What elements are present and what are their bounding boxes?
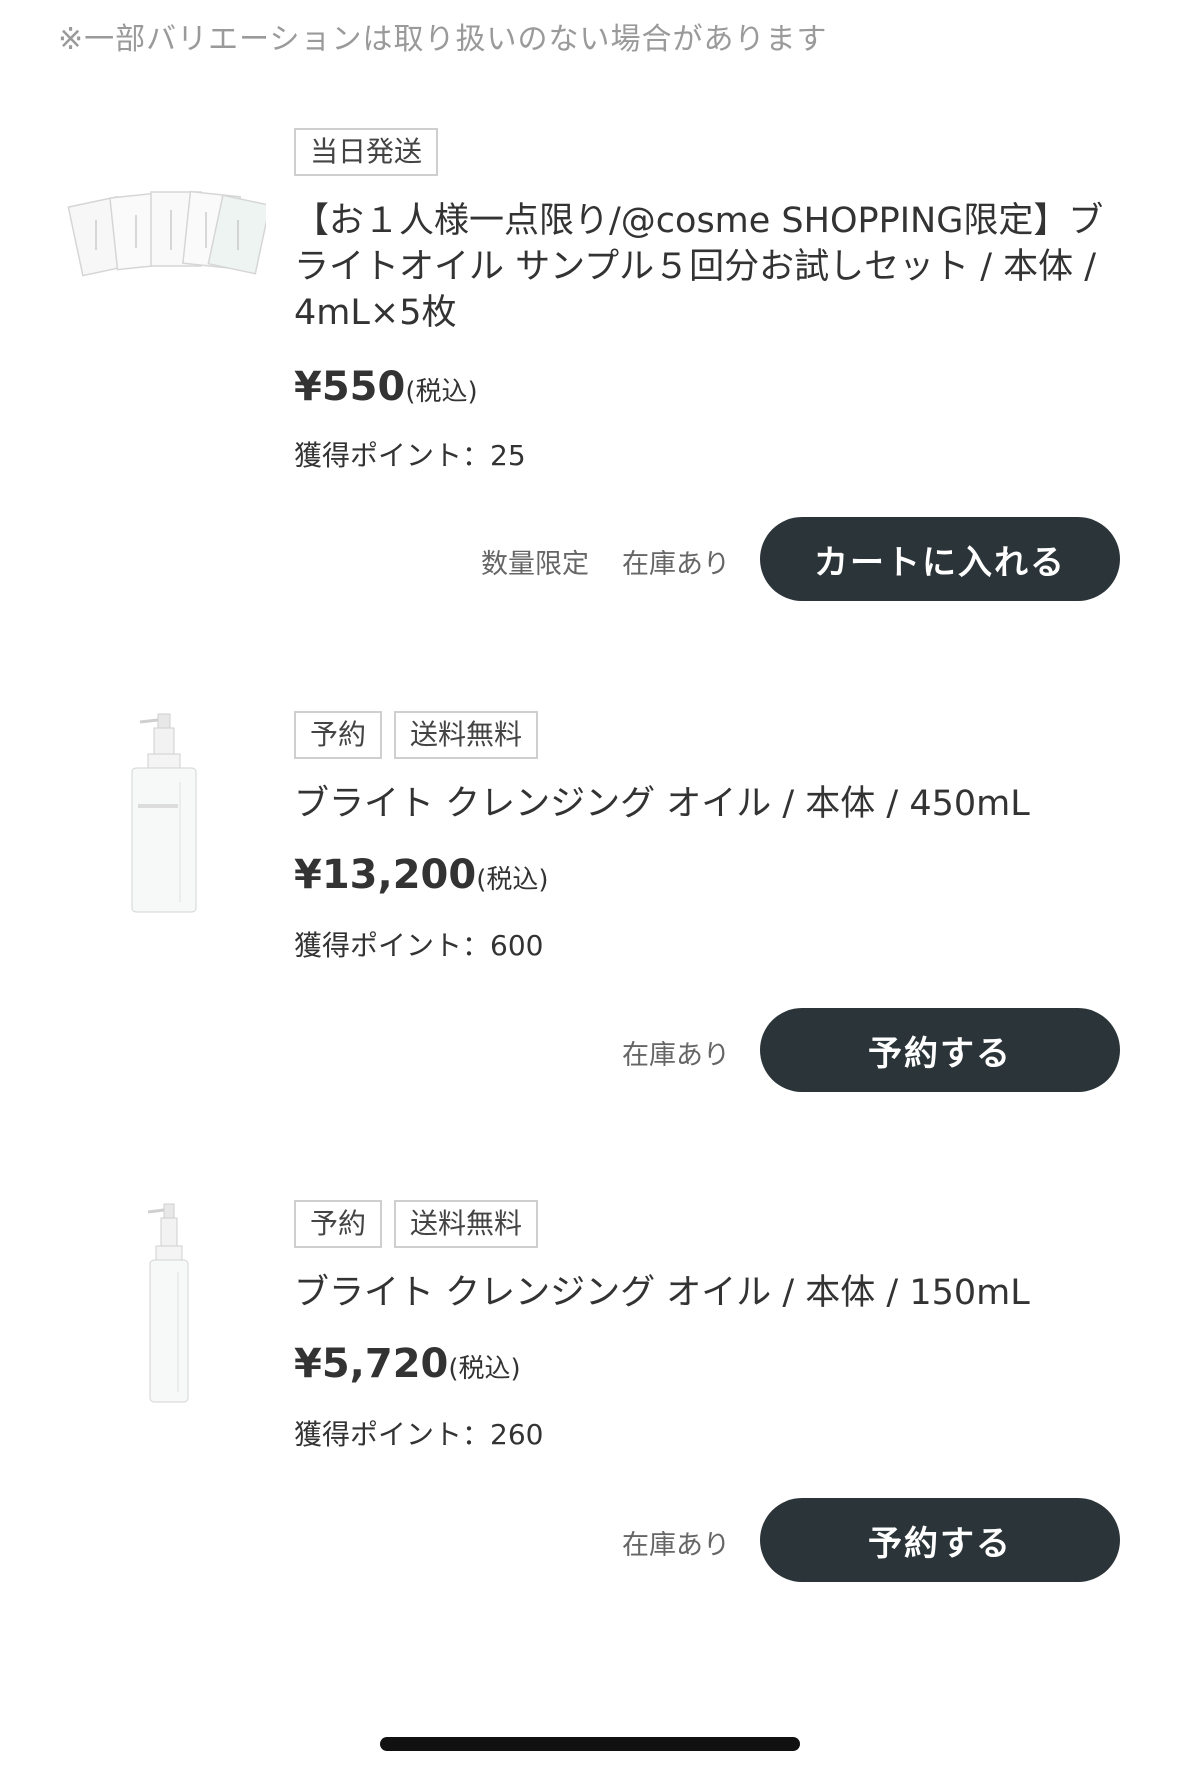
- product-image-sample-sachets[interactable]: [66, 180, 271, 290]
- stock-status: 在庫あり: [622, 1530, 730, 1561]
- product-price: ¥13,200(税込): [294, 852, 549, 898]
- product-price: ¥5,720(税込): [294, 1341, 521, 1387]
- home-indicator[interactable]: [380, 1737, 800, 1751]
- stock-status: 在庫あり: [622, 549, 730, 580]
- product-title[interactable]: ブライト クレンジング オイル / 本体 / 150mL: [294, 1270, 1124, 1316]
- variation-notice: ※一部バリエーションは取り扱いのない場合があります: [58, 22, 828, 57]
- reserve-button[interactable]: 予約する: [760, 1498, 1120, 1582]
- earned-points: 獲得ポイント：25: [294, 439, 526, 472]
- product-image-cleansing-oil-150ml[interactable]: [134, 1202, 204, 1407]
- earned-points: 獲得ポイント：600: [294, 929, 544, 962]
- product-image-cleansing-oil-450ml[interactable]: [120, 712, 210, 917]
- reserve-button[interactable]: 予約する: [760, 1008, 1120, 1092]
- tag-reservation: 予約: [294, 1200, 383, 1248]
- tag-same-day-shipping: 当日発送: [294, 128, 439, 176]
- product-title[interactable]: ブライト クレンジング オイル / 本体 / 450mL: [294, 781, 1124, 827]
- earned-points: 獲得ポイント：260: [294, 1418, 544, 1451]
- product-title[interactable]: 【お１人様一点限り/@cosme SHOPPING限定】ブライトオイル サンプル…: [294, 198, 1124, 336]
- limited-quantity-label: 数量限定: [481, 549, 589, 580]
- tag-free-shipping: 送料無料: [394, 711, 539, 759]
- stock-status: 在庫あり: [622, 1040, 730, 1071]
- add-to-cart-button[interactable]: カートに入れる: [760, 517, 1120, 601]
- tag-free-shipping: 送料無料: [394, 1200, 539, 1248]
- tag-reservation: 予約: [294, 711, 383, 759]
- product-price: ¥550(税込): [294, 364, 478, 410]
